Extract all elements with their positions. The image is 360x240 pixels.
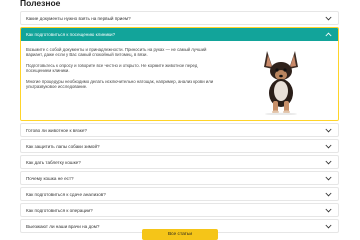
faq-item[interactable]: Как защитить лапы собаки зимой? bbox=[20, 139, 339, 153]
faq-question: Выезжают ли наши врачи на дом? bbox=[26, 223, 100, 229]
chevron-down-icon bbox=[325, 144, 332, 149]
chevron-down-icon bbox=[325, 192, 332, 197]
faq-item-expanded: Как подготовиться к посещению клиники? В… bbox=[20, 27, 339, 121]
faq-question: Как дать таблетку кошке? bbox=[26, 159, 81, 165]
faq-item[interactable]: Какие документы нужно взять на первый пр… bbox=[20, 11, 339, 25]
chevron-up-icon bbox=[325, 32, 332, 37]
faq-expanded-header[interactable]: Как подготовиться к посещению клиники? bbox=[21, 28, 338, 41]
faq-item[interactable]: Как подготовиться к операции? bbox=[20, 203, 339, 217]
dog-image bbox=[264, 51, 298, 115]
faq-question: Почему кошка не ест? bbox=[26, 175, 74, 181]
chevron-down-icon bbox=[325, 208, 332, 213]
chevron-down-icon bbox=[325, 128, 332, 133]
faq-answer-text: Возьмите с собой документы и принадлежно… bbox=[26, 47, 221, 94]
faq-answer: Возьмите с собой документы и принадлежно… bbox=[21, 41, 338, 120]
chevron-down-icon bbox=[325, 160, 332, 165]
faq-item[interactable]: Как дать таблетку кошке? bbox=[20, 155, 339, 169]
answer-paragraph: Возьмите с собой документы и принадлежно… bbox=[26, 47, 207, 58]
faq-question: Как подготовиться к сдаче анализов? bbox=[26, 191, 106, 197]
answer-paragraph: Многие процедуры необходимо делать исклю… bbox=[26, 78, 214, 90]
faq-question: Как защитить лапы собаки зимой? bbox=[26, 143, 100, 149]
section-title: Полезное bbox=[20, 0, 61, 8]
faq-question: Готово ли животное к вязке? bbox=[26, 127, 87, 133]
faq-item[interactable]: Готово ли животное к вязке? bbox=[20, 123, 339, 137]
chevron-down-icon bbox=[325, 16, 332, 21]
faq-question: Как подготовиться к посещению клиники? bbox=[26, 32, 116, 37]
all-articles-button[interactable]: Все статьи bbox=[142, 229, 218, 240]
chevron-down-icon bbox=[325, 224, 332, 229]
faq-list: Какие документы нужно взять на первый пр… bbox=[20, 11, 339, 233]
faq-question: Как подготовиться к операции? bbox=[26, 207, 93, 213]
faq-question: Какие документы нужно взять на первый пр… bbox=[26, 15, 131, 21]
chevron-down-icon bbox=[325, 176, 332, 181]
faq-item[interactable]: Как подготовиться к сдаче анализов? bbox=[20, 187, 339, 201]
faq-item[interactable]: Почему кошка не ест? bbox=[20, 171, 339, 185]
answer-paragraph: Подготовьтесь к опросу и говорите все че… bbox=[26, 62, 198, 74]
